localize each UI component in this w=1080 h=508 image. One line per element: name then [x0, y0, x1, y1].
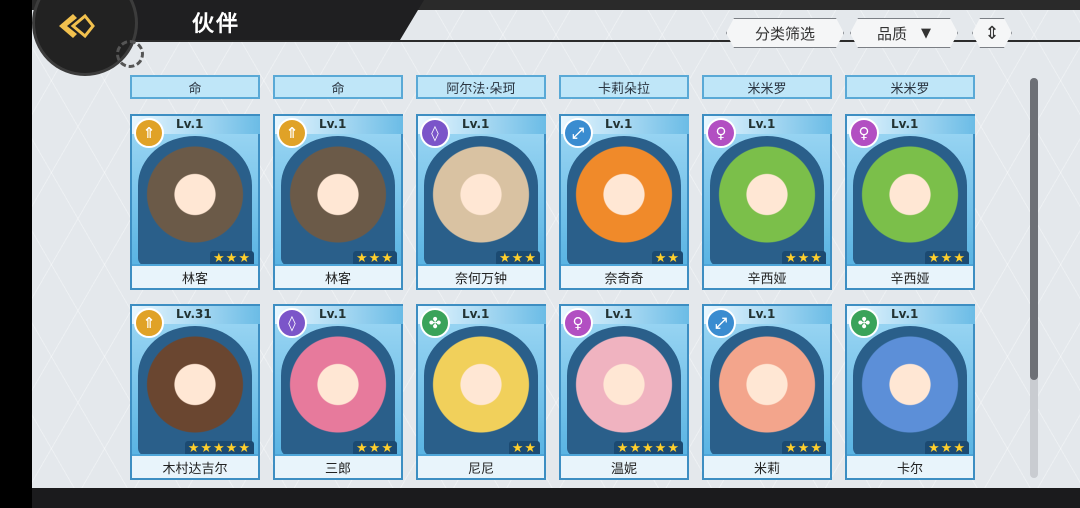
filter-button[interactable]: 分类筛选: [726, 18, 844, 48]
shield-icon: ◊: [277, 308, 307, 338]
magic-icon: ♀: [706, 118, 736, 148]
name-label: 命: [273, 75, 403, 99]
game-screen: 伙伴 分类筛选 品质 ▼ ⇕ 命命阿尔法·朵珂 卡莉朵拉 米米罗 米米罗 Lv.1 ⇑ ★…: [32, 0, 1080, 508]
character-name: 林客: [275, 264, 401, 288]
bow-icon: ⤢: [706, 308, 736, 338]
partner-card[interactable]: Lv.1 ◊ ★★★ 三郎: [273, 304, 403, 480]
title-bar: [124, 0, 424, 40]
partner-card[interactable]: Lv.1 ◊ ★★★ 奈何万钟: [416, 114, 546, 290]
level-label: Lv.1: [891, 307, 919, 321]
name-label: 米米罗: [845, 75, 975, 99]
character-portrait: [853, 326, 967, 456]
dropdown-arrow-icon: ▼: [921, 25, 931, 41]
sort-order-button[interactable]: ⇕: [972, 18, 1012, 48]
partner-card[interactable]: Lv.1 ✤ ★★★ 卡尔: [845, 304, 975, 480]
character-name: 木村达吉尔: [132, 454, 258, 478]
character-name: 奈奇奇: [561, 264, 687, 288]
back-arrow-icon: [59, 13, 95, 39]
character-portrait: [138, 136, 252, 266]
character-name: 温妮: [561, 454, 687, 478]
character-name: 三郎: [275, 454, 401, 478]
character-name: 辛西娅: [847, 264, 973, 288]
partner-card[interactable]: Lv.1 ♀ ★★★★★ 温妮: [559, 304, 689, 480]
character-portrait: [567, 136, 681, 266]
scrollbar-thumb[interactable]: [1030, 78, 1038, 380]
partner-card[interactable]: Lv.1 ⇑ ★★★ 林客: [130, 114, 260, 290]
partner-card[interactable]: Lv.1 ⇑ ★★★ 林客: [273, 114, 403, 290]
level-label: Lv.1: [462, 117, 490, 131]
partner-card[interactable]: Lv.1 ⤢ ★★ 奈奇奇: [559, 114, 689, 290]
partner-card[interactable]: Lv.1 ♀ ★★★ 辛西娅: [702, 114, 832, 290]
level-label: Lv.1: [605, 117, 633, 131]
partner-card[interactable]: Lv.1 ⤢ ★★★ 米莉: [702, 304, 832, 480]
filter-button-label: 分类筛选: [754, 24, 815, 43]
character-portrait: [710, 326, 824, 456]
partner-card[interactable]: Lv.1 ✤ ★★ 尼尼: [416, 304, 546, 480]
character-name: 米莉: [704, 454, 830, 478]
name-label: 命: [130, 75, 260, 99]
character-portrait: [567, 326, 681, 456]
level-label: Lv.1: [319, 117, 347, 131]
name-label: 阿尔法·朵珂: [416, 75, 546, 99]
magic-icon: ♀: [849, 118, 879, 148]
character-portrait: [424, 326, 538, 456]
heal-icon: ✤: [420, 308, 450, 338]
sort-order-icon: ⇕: [984, 22, 1000, 44]
sort-button-label: 品质: [876, 24, 907, 43]
character-portrait: [853, 136, 967, 266]
character-name: 尼尼: [418, 454, 544, 478]
magic-icon: ♀: [563, 308, 593, 338]
level-label: Lv.31: [176, 307, 212, 321]
sword-icon: ⇑: [277, 118, 307, 148]
level-label: Lv.1: [748, 307, 776, 321]
sword-icon: ⇑: [134, 118, 164, 148]
bow-icon: ⤢: [563, 118, 593, 148]
character-portrait: [281, 136, 395, 266]
heal-icon: ✤: [849, 308, 879, 338]
level-label: Lv.1: [176, 117, 204, 131]
character-portrait: [424, 136, 538, 266]
level-label: Lv.1: [462, 307, 490, 321]
name-label: 米米罗: [702, 75, 832, 99]
level-label: Lv.1: [605, 307, 633, 321]
character-name: 林客: [132, 264, 258, 288]
name-label: 卡莉朵拉: [559, 75, 689, 99]
level-label: Lv.1: [319, 307, 347, 321]
character-portrait: [138, 326, 252, 456]
character-name: 辛西娅: [704, 264, 830, 288]
partner-card[interactable]: Lv.1 ♀ ★★★ 辛西娅: [845, 114, 975, 290]
sword-icon: ⇑: [134, 308, 164, 338]
level-label: Lv.1: [891, 117, 919, 131]
partner-card[interactable]: Lv.31 ⇑ ★★★★★ 木村达吉尔: [130, 304, 260, 480]
character-portrait: [281, 326, 395, 456]
gear-decoration-icon: [116, 40, 144, 68]
page-title: 伙伴: [192, 12, 241, 37]
character-name: 卡尔: [847, 454, 973, 478]
shield-icon: ◊: [420, 118, 450, 148]
level-label: Lv.1: [748, 117, 776, 131]
character-portrait: [710, 136, 824, 266]
sort-quality-button[interactable]: 品质 ▼: [850, 18, 958, 48]
character-name: 奈何万钟: [418, 264, 544, 288]
bottom-edge: [32, 488, 1080, 508]
